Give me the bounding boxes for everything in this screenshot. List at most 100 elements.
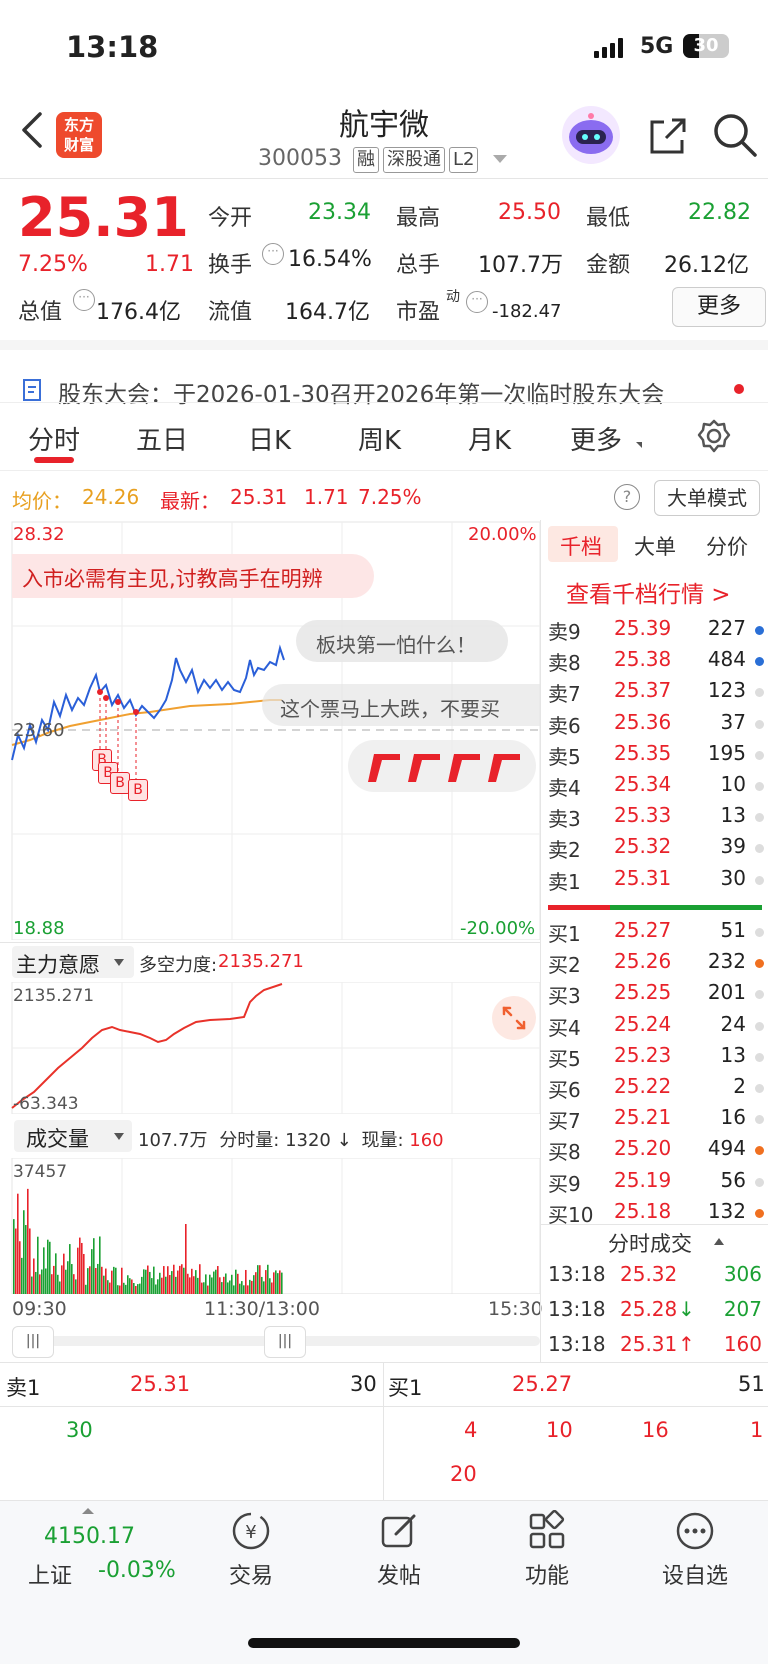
ob-qty: 132 xyxy=(707,1198,746,1223)
ask-row[interactable]: 卖8 25.38 484 xyxy=(548,647,766,678)
nav-trade[interactable]: 交易 xyxy=(196,1558,306,1590)
robot-avatar-icon[interactable] xyxy=(562,106,620,164)
volume-bar xyxy=(247,1285,249,1294)
ask-row[interactable]: 卖6 25.36 37 xyxy=(548,710,766,741)
tab-intraday[interactable]: 分时 xyxy=(28,420,80,457)
marquee-banner[interactable]: 入市必需有主见,讨教高手在明辨 xyxy=(12,554,374,598)
home-indicator xyxy=(248,1638,520,1648)
range-handle-left[interactable]: ||| xyxy=(12,1326,54,1358)
trade-price: 25.31 xyxy=(620,1332,678,1356)
info-icon[interactable]: ··· xyxy=(73,289,95,311)
ask-row[interactable]: 卖9 25.39 227 xyxy=(548,616,766,647)
main-force-selector[interactable]: 主力意愿 xyxy=(12,946,134,978)
watchlist-icon[interactable] xyxy=(674,1510,716,1552)
volume-bar xyxy=(129,1278,131,1294)
ob-tab-thousand[interactable]: 千档 xyxy=(548,526,618,562)
search-icon[interactable] xyxy=(712,112,758,158)
float-value: 164.7亿 xyxy=(285,300,370,325)
ask-row[interactable]: 卖2 25.32 39 xyxy=(548,834,766,865)
volume-chart[interactable] xyxy=(0,1158,540,1294)
volume-bar xyxy=(53,1265,55,1294)
level-bid-qty: 51 xyxy=(738,1372,765,1396)
bid-row[interactable]: 买7 25.21 16 xyxy=(548,1105,766,1136)
ob-price: 25.36 xyxy=(614,709,672,734)
index-value[interactable]: 4150.17 xyxy=(44,1524,135,1549)
index-caret-icon xyxy=(82,1508,94,1514)
expand-icon[interactable] xyxy=(492,996,536,1040)
comment-bubble[interactable]: 这个票马上大跌，不要买 xyxy=(262,684,540,726)
volume-bar xyxy=(217,1266,219,1294)
volume-bar xyxy=(29,1228,31,1294)
bid-row[interactable]: 买9 25.19 56 xyxy=(548,1168,766,1199)
nav-post[interactable]: 发帖 xyxy=(344,1558,454,1590)
volume-bar xyxy=(131,1279,133,1294)
help-icon[interactable]: ? xyxy=(614,484,640,510)
info-icon[interactable]: ··· xyxy=(466,291,488,313)
tab-more[interactable]: 更多 xyxy=(570,420,622,457)
volume-bar xyxy=(133,1282,135,1294)
buy-mark[interactable]: B xyxy=(128,779,148,801)
ask-row[interactable]: 卖4 25.34 10 xyxy=(548,772,766,803)
volume-bar xyxy=(215,1269,217,1294)
ob-qty: 30 xyxy=(720,865,746,890)
volume-bar xyxy=(239,1283,241,1294)
volume-bar xyxy=(83,1253,85,1294)
ask-row[interactable]: 卖1 25.31 30 xyxy=(548,866,766,897)
bid-row[interactable]: 买4 25.24 24 xyxy=(548,1012,766,1043)
flag-icons[interactable] xyxy=(348,740,536,792)
settings-gear-icon[interactable] xyxy=(696,418,732,454)
y-axis-bottom: 18.88 xyxy=(13,918,65,939)
range-handle-right[interactable]: ||| xyxy=(264,1326,306,1358)
stock-code-row[interactable]: 300053 融深股通 L2 xyxy=(258,146,508,173)
tab-week-k[interactable]: 周K xyxy=(358,420,401,457)
ob-price: 25.25 xyxy=(614,980,672,1005)
ob-dot xyxy=(755,688,764,698)
bid-row[interactable]: 买6 25.22 2 xyxy=(548,1074,766,1105)
bid-row[interactable]: 买2 25.26 232 xyxy=(548,949,766,980)
volume-bar xyxy=(195,1270,197,1294)
volume-bar xyxy=(119,1285,121,1294)
nav-watchlist[interactable]: 设自选 xyxy=(640,1558,750,1590)
ask-row[interactable]: 卖5 25.35 195 xyxy=(548,741,766,772)
volume-label: 总手 xyxy=(396,253,441,278)
price-line xyxy=(11,644,285,761)
tab-5day[interactable]: 五日 xyxy=(136,420,188,457)
info-icon[interactable]: ··· xyxy=(262,243,284,265)
caret-up-icon[interactable] xyxy=(714,1238,724,1245)
notice-text[interactable]: 股东大会：于2026-01-30召开2026年第一次临时股东大会 xyxy=(58,375,664,409)
ob-dot xyxy=(755,1177,764,1187)
volume-bar xyxy=(211,1277,213,1294)
bid-row[interactable]: 买8 25.20 494 xyxy=(548,1136,766,1167)
ask-row[interactable]: 卖3 25.33 13 xyxy=(548,803,766,834)
bid-row[interactable]: 买5 25.23 13 xyxy=(548,1043,766,1074)
ob-link[interactable]: 查看千档行情 > xyxy=(566,575,731,609)
big-order-mode-button[interactable]: 大单模式 xyxy=(654,480,760,516)
ob-tab-big[interactable]: 大单 xyxy=(634,531,676,561)
trade-icon[interactable]: ¥ xyxy=(230,1510,272,1552)
volume-bar xyxy=(169,1275,171,1294)
volume-bar xyxy=(73,1274,75,1294)
post-icon[interactable] xyxy=(378,1510,420,1552)
volume-bar xyxy=(149,1271,151,1294)
trade-time: 13:18 xyxy=(548,1297,606,1321)
ob-tab-price[interactable]: 分价 xyxy=(706,531,748,561)
index-change[interactable]: -0.03% xyxy=(98,1558,176,1583)
more-button[interactable]: 更多 xyxy=(672,287,766,327)
comment-bubble[interactable]: 板块第一怕什么！ xyxy=(296,620,508,662)
pct-axis-top: 20.00% xyxy=(468,524,537,545)
bid-row[interactable]: 买10 25.18 132 xyxy=(548,1199,766,1230)
volume-bar xyxy=(145,1269,147,1294)
tab-month-k[interactable]: 月K xyxy=(468,420,511,457)
trade-qty: 207 xyxy=(723,1297,762,1321)
volume-bar xyxy=(251,1280,253,1294)
function-icon[interactable] xyxy=(526,1509,568,1552)
ask-row[interactable]: 卖7 25.37 123 xyxy=(548,678,766,709)
bid-row[interactable]: 买3 25.25 201 xyxy=(548,980,766,1011)
bid-row[interactable]: 买1 25.27 51 xyxy=(548,918,766,949)
tab-day-k[interactable]: 日K xyxy=(248,420,291,457)
index-name[interactable]: 上证 xyxy=(28,1558,72,1590)
share-icon[interactable] xyxy=(648,114,688,156)
nav-function[interactable]: 功能 xyxy=(492,1558,602,1590)
volume-selector[interactable]: 成交量 xyxy=(14,1120,132,1152)
buy-mark[interactable]: B xyxy=(110,772,130,794)
